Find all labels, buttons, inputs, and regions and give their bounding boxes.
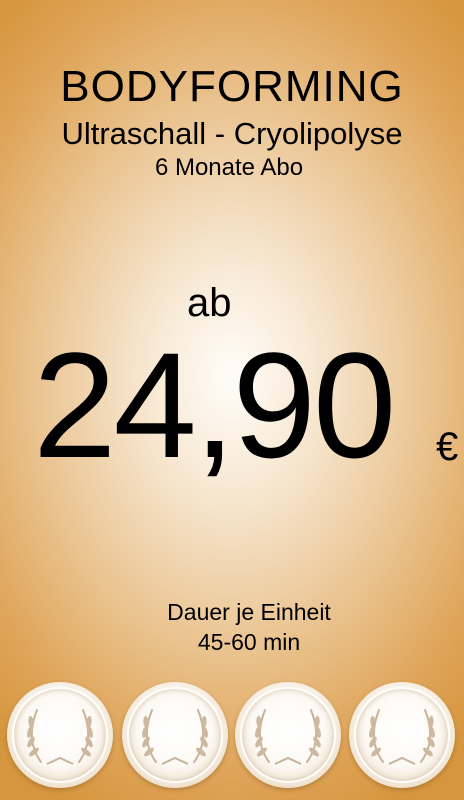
laurel-wreath-icon bbox=[142, 709, 208, 765]
medal-badge bbox=[235, 682, 341, 788]
duration-value: 45-60 min bbox=[197, 629, 301, 655]
plan-label: 6 Monate Abo bbox=[154, 154, 304, 181]
laurel-wreath-icon bbox=[369, 709, 435, 765]
page-title: BODYFORMING bbox=[60, 62, 404, 111]
currency-symbol: € bbox=[436, 425, 459, 469]
medal-badge bbox=[122, 682, 228, 788]
laurel-wreath-icon bbox=[255, 709, 321, 765]
medal-badge bbox=[349, 682, 455, 788]
treatment-subtitle: Ultraschall - Cryolipolyse bbox=[61, 116, 403, 151]
medal-badge bbox=[7, 682, 113, 788]
laurel-wreath-icon bbox=[27, 709, 93, 765]
duration-label: Dauer je Einheit bbox=[167, 599, 331, 625]
price-amount: 24,90 bbox=[33, 321, 396, 489]
